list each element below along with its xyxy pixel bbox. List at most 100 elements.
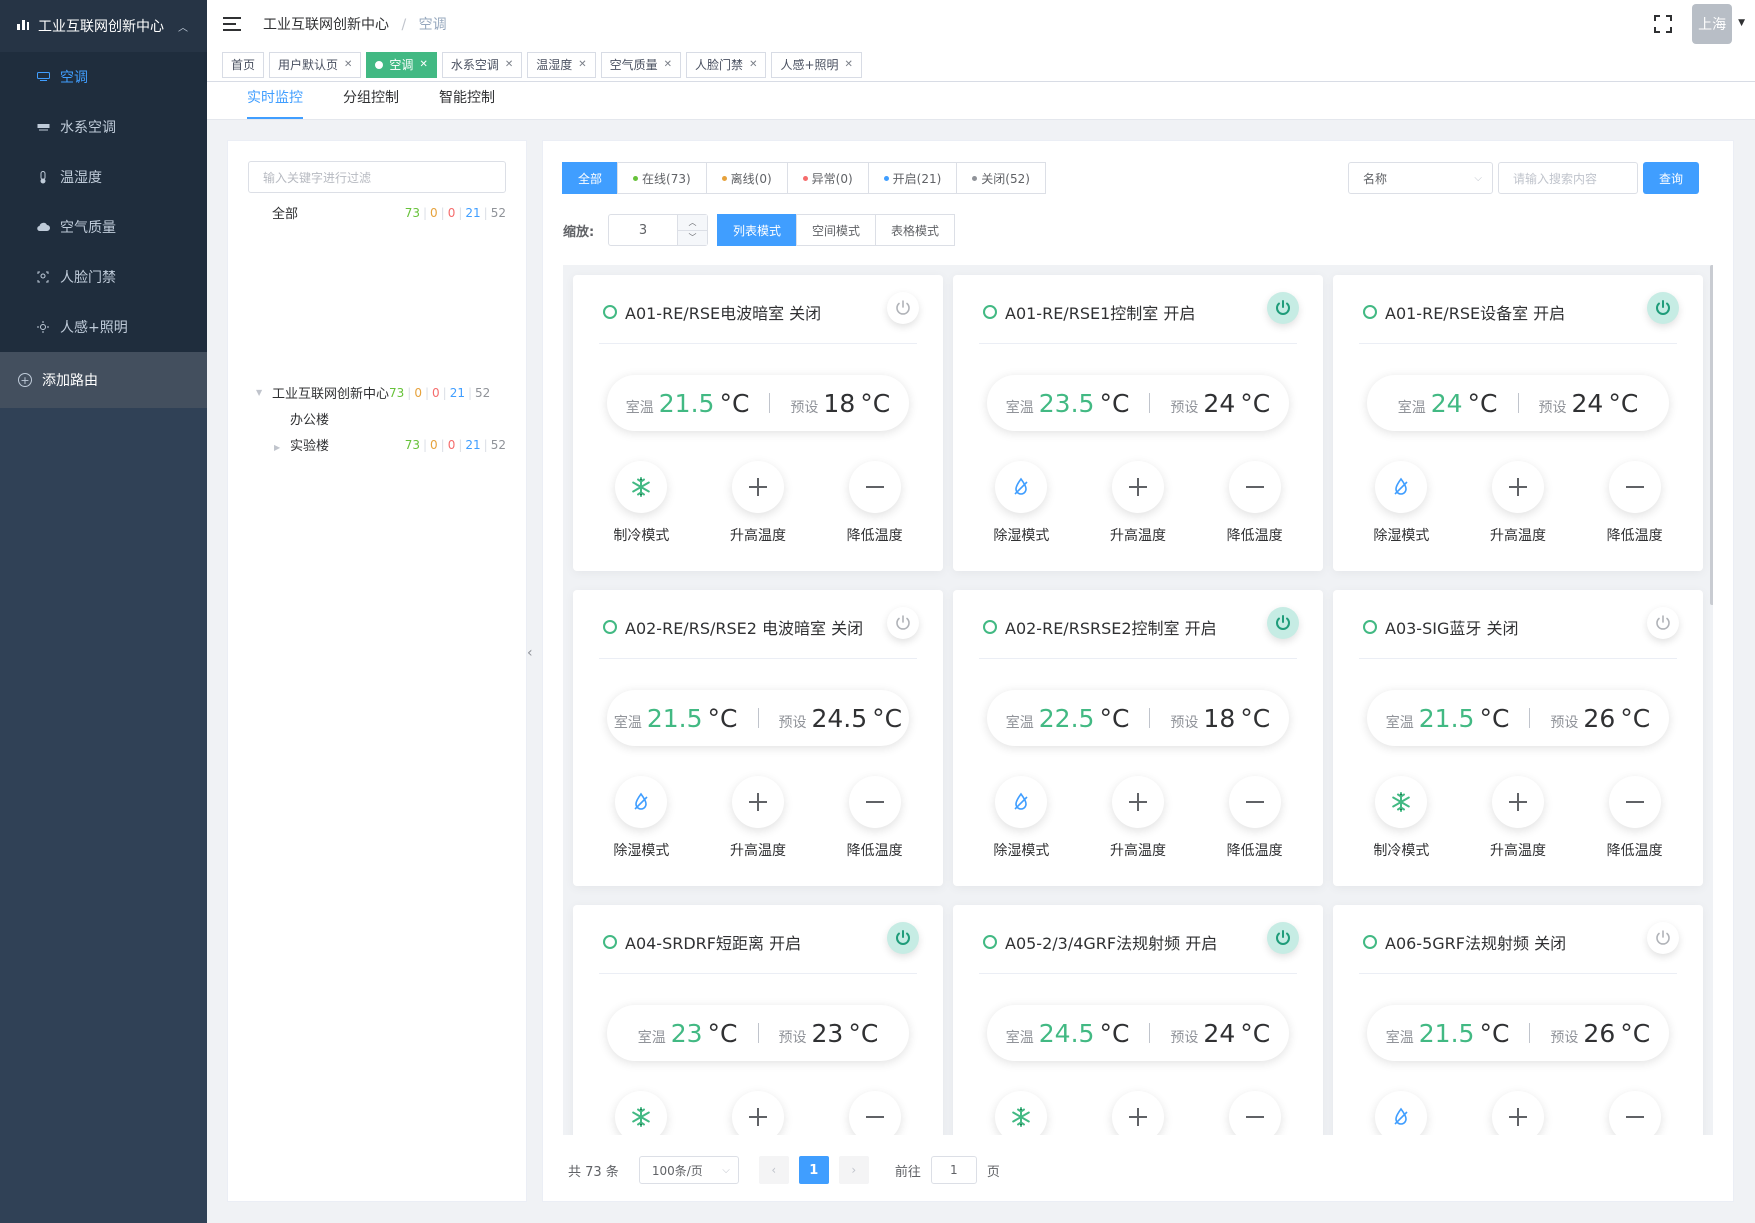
minus-icon[interactable] <box>848 461 901 513</box>
status-filter-0[interactable]: 全部 <box>562 162 619 194</box>
lower-temp-button[interactable]: 降低温度 <box>1210 461 1300 545</box>
minus-icon[interactable] <box>1228 461 1281 513</box>
view-mode-1[interactable]: 空间模式 <box>796 214 877 246</box>
minus-icon[interactable] <box>1228 1091 1281 1135</box>
power-icon[interactable] <box>1267 292 1299 324</box>
droplet-icon[interactable] <box>995 776 1048 828</box>
raise-temp-button[interactable]: 升高温度 <box>713 776 803 860</box>
raise-temp-button[interactable]: 升高温度 <box>1093 461 1183 545</box>
power-icon[interactable] <box>1647 292 1679 324</box>
fullscreen-icon[interactable] <box>1654 15 1673 33</box>
subtab-1[interactable]: 分组控制 <box>343 87 399 119</box>
view-mode-2[interactable]: 表格模式 <box>875 214 956 246</box>
status-filter-4[interactable]: 开启(21) <box>867 162 958 194</box>
sidebar-item-3[interactable]: 空气质量 <box>0 202 207 252</box>
snowflake-icon[interactable] <box>615 1091 668 1135</box>
device-card[interactable]: A06-5GRF法规射频 关闭室温21.5°C预设26°C除湿模式升高温度降低温… <box>1333 905 1703 1135</box>
tree-node-lab[interactable]: ▶ 实验楼 73 | 0 | 0 | 21 | 52 <box>274 435 506 455</box>
query-button[interactable]: 查询 <box>1643 162 1699 194</box>
mode-button[interactable]: 除湿模式 <box>976 776 1066 860</box>
tag-7[interactable]: 人感+照明 ✕ <box>771 51 862 78</box>
tag-2[interactable]: 空调 ✕ <box>366 51 437 78</box>
snowflake-icon[interactable] <box>615 461 668 513</box>
device-card[interactable]: A02-RE/RS/RSE2 电波暗室 关闭 室温 21.5 °C 预设 24.5 °C 除湿… <box>573 590 943 886</box>
close-icon[interactable]: ✕ <box>749 59 757 70</box>
droplet-icon[interactable] <box>1375 1091 1428 1135</box>
tree-node-all[interactable]: 全部 73 | 0 | 0 | 21 | 52 <box>272 203 506 223</box>
lower-temp-button[interactable]: 降低温度 <box>830 461 920 545</box>
raise-temp-button[interactable]: 升高温度 <box>1473 1091 1563 1135</box>
mode-button[interactable]: 除湿模式 <box>1356 1091 1446 1135</box>
sidebar-item-1[interactable]: 水系空调 <box>0 102 207 152</box>
device-card[interactable]: A01-RE/RSE设备室 开启 室温 24 °C 预设 24 °C 除湿模式 升高温度 降低温度 <box>1333 275 1703 571</box>
close-icon[interactable]: ✕ <box>664 59 672 70</box>
sidebar-item-0[interactable]: 空调 <box>0 52 207 102</box>
collapse-left-icon[interactable]: ‹ <box>527 645 533 661</box>
sidebar-item-4[interactable]: 人脸门禁 <box>0 252 207 302</box>
view-mode-0[interactable]: 列表模式 <box>717 214 798 246</box>
plus-icon[interactable] <box>731 461 784 513</box>
scrollbar[interactable] <box>1710 265 1713 605</box>
sidebar-item-5[interactable]: 人感+照明 <box>0 302 207 352</box>
page-1-button[interactable]: 1 <box>798 1156 829 1184</box>
goto-page-input[interactable]: 1 <box>930 1156 977 1184</box>
power-icon[interactable] <box>1267 607 1299 639</box>
status-filter-5[interactable]: 关闭(52) <box>956 162 1046 194</box>
close-icon[interactable]: ✕ <box>344 59 352 70</box>
tree-node-root[interactable]: ▼ 工业互联网创新中心 73 | 0 | 0 | 21 | 52 <box>256 383 490 403</box>
minus-icon[interactable] <box>848 1091 901 1135</box>
device-card[interactable]: A02-RE/RSRSE2控制室 开启 室温 22.5 °C 预设 18 °C 除湿模式 升高温… <box>953 590 1323 886</box>
power-icon[interactable] <box>887 607 919 639</box>
tag-1[interactable]: 用户默认页 ✕ <box>269 51 362 78</box>
lower-temp-button[interactable]: 降低温度 <box>1590 1091 1680 1135</box>
close-icon[interactable]: ✕ <box>419 59 427 70</box>
mode-button[interactable]: 制冷模式 <box>596 1091 686 1135</box>
close-icon[interactable]: ✕ <box>845 59 853 70</box>
mode-button[interactable]: 除湿模式 <box>1356 461 1446 545</box>
page-size-select[interactable]: 100条/页 ⌵ <box>638 1156 739 1184</box>
mode-button[interactable]: 制冷模式 <box>596 461 686 545</box>
plus-icon[interactable] <box>731 1091 784 1135</box>
subtab-0[interactable]: 实时监控 <box>247 87 303 119</box>
raise-temp-button[interactable]: 升高温度 <box>713 1091 803 1135</box>
mode-button[interactable]: 制冷模式 <box>976 1091 1066 1135</box>
mode-button[interactable]: 除湿模式 <box>976 461 1066 545</box>
next-page-button[interactable]: › <box>838 1156 869 1184</box>
plus-icon[interactable] <box>1491 1091 1544 1135</box>
status-filter-1[interactable]: 在线(73) <box>617 162 707 194</box>
raise-temp-button[interactable]: 升高温度 <box>1473 461 1563 545</box>
minus-icon[interactable] <box>1608 1091 1661 1135</box>
device-card[interactable]: A05-2/3/4GRF法规射频 开启室温24.5°C预设24°C制冷模式升高温… <box>953 905 1323 1135</box>
status-filter-2[interactable]: 离线(0) <box>705 162 788 194</box>
status-filter-3[interactable]: 异常(0) <box>786 162 869 194</box>
search-field-select[interactable]: 名称 ⌵ <box>1348 162 1493 194</box>
avatar[interactable]: 上海 <box>1692 4 1733 44</box>
power-icon[interactable] <box>1267 922 1299 954</box>
hamburger-icon[interactable] <box>223 17 241 31</box>
raise-temp-button[interactable]: 升高温度 <box>1093 1091 1183 1135</box>
device-card[interactable]: A01-RE/RSE1控制室 开启 室温 23.5 °C 预设 24 °C 除湿模式 升高温度降… <box>953 275 1323 571</box>
raise-temp-button[interactable]: 升高温度 <box>1093 776 1183 860</box>
tag-3[interactable]: 水系空调 ✕ <box>441 51 523 78</box>
snowflake-icon[interactable] <box>995 1091 1048 1135</box>
close-icon[interactable]: ✕ <box>578 59 586 70</box>
zoom-stepper[interactable]: 3 ︿ ﹀ <box>608 214 708 246</box>
plus-icon[interactable] <box>1111 776 1164 828</box>
stepper-down-icon[interactable]: ﹀ <box>678 230 707 245</box>
prev-page-button[interactable]: ‹ <box>758 1156 789 1184</box>
raise-temp-button[interactable]: 升高温度 <box>713 461 803 545</box>
tag-6[interactable]: 人脸门禁 ✕ <box>686 51 767 78</box>
sidebar-item-2[interactable]: 温湿度 <box>0 152 207 202</box>
tree-filter-input[interactable]: 输入关键字进行过滤 <box>248 161 506 193</box>
minus-icon[interactable] <box>1608 461 1661 513</box>
tag-4[interactable]: 温湿度 ✕ <box>527 51 596 78</box>
raise-temp-button[interactable]: 升高温度 <box>1473 776 1563 860</box>
lower-temp-button[interactable]: 降低温度 <box>1590 776 1680 860</box>
minus-icon[interactable] <box>1228 776 1281 828</box>
mode-button[interactable]: 制冷模式 <box>1356 776 1446 860</box>
lower-temp-button[interactable]: 降低温度 <box>1210 1091 1300 1135</box>
lower-temp-button[interactable]: 降低温度 <box>830 776 920 860</box>
power-icon[interactable] <box>887 922 919 954</box>
tag-5[interactable]: 空气质量 ✕ <box>600 51 682 78</box>
device-card[interactable]: A03-SIG蓝牙 关闭 室温 21.5 °C 预设 26 °C 制冷模式 升高温度 降低温度 <box>1333 590 1703 886</box>
